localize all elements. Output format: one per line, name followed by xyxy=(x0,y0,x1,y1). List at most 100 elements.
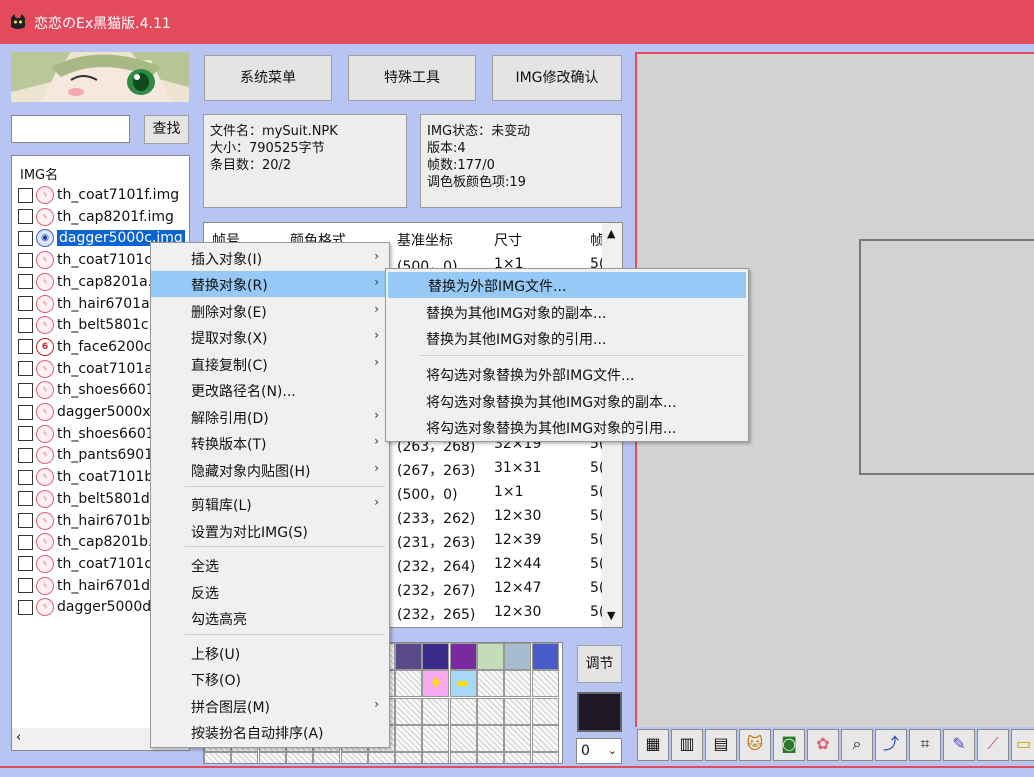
context-menu-item[interactable]: 下移(O) xyxy=(151,666,389,692)
scroll-left-icon[interactable]: ‹ xyxy=(16,730,21,745)
submenu-item[interactable]: 替换为其他IMG对象的引用... xyxy=(386,325,748,351)
img-list-item[interactable]: ᛃ th_cap8201b. xyxy=(18,533,153,554)
system-menu-button[interactable]: 系统菜单 xyxy=(204,55,332,101)
img-list-item[interactable]: ᛃ th_coat7101d xyxy=(18,554,153,576)
paw-icon[interactable]: ✿ xyxy=(807,729,839,761)
palette-cell[interactable] xyxy=(422,643,450,670)
palette-cell[interactable] xyxy=(531,643,559,670)
palette-cell[interactable] xyxy=(504,670,532,698)
checkbox[interactable] xyxy=(18,382,33,398)
scroll-down-icon[interactable]: ▼ xyxy=(607,609,615,622)
submenu-item[interactable]: 替换为其他IMG对象的副本... xyxy=(386,299,748,325)
context-menu-item[interactable]: 反选 xyxy=(151,579,389,605)
context-menu-item[interactable]: 更改路径名(N)... xyxy=(151,377,389,403)
palette-cell[interactable] xyxy=(531,697,559,725)
palette-cell[interactable] xyxy=(477,643,504,670)
palette-selector[interactable]: 0 ⌄ xyxy=(576,738,622,764)
submenu-item[interactable]: 将勾选对象替换为其他IMG对象的引用... xyxy=(386,414,748,440)
checkbox[interactable] xyxy=(18,296,33,311)
img-list-item[interactable]: 6 th_face6200c xyxy=(18,337,152,359)
frame-table-column-header[interactable]: 尺寸 xyxy=(494,230,522,250)
img-list-item[interactable]: ᛃ th_cap8201f.img xyxy=(18,207,174,229)
special-tools-button[interactable]: 特殊工具 xyxy=(348,55,476,101)
img-list-item[interactable]: ᛃ th_cap8201a. xyxy=(18,272,152,294)
checkbox[interactable] xyxy=(18,534,33,550)
checkbox[interactable] xyxy=(18,426,33,442)
img-list-item[interactable]: ᛃ dagger5000d. xyxy=(18,598,156,619)
palette-cell[interactable] xyxy=(504,752,532,763)
palette-cell[interactable] xyxy=(231,752,259,763)
img-list-item[interactable]: ᛃ th_coat7101b xyxy=(18,468,153,489)
search-input[interactable] xyxy=(11,115,130,143)
rectangle-tool-icon[interactable]: ▭ xyxy=(1011,729,1034,761)
palette-cell[interactable] xyxy=(449,643,477,670)
img-list-item[interactable]: ᛃ th_hair6701a. xyxy=(18,294,154,316)
checkbox[interactable] xyxy=(18,578,33,594)
context-menu-item[interactable]: 勾选高亮 xyxy=(151,605,389,631)
checkbox[interactable] xyxy=(18,274,33,290)
palette-cell[interactable] xyxy=(422,752,450,763)
context-menu-item[interactable]: 替换对象(R) › xyxy=(151,271,389,297)
pencil-icon[interactable]: ✎ xyxy=(943,729,975,761)
palette-cell[interactable] xyxy=(531,724,559,752)
checkbox[interactable] xyxy=(18,339,33,355)
palette-cell[interactable] xyxy=(449,697,477,725)
checkbox[interactable] xyxy=(18,252,33,268)
context-menu-item[interactable]: 解除引用(D) › xyxy=(151,404,389,430)
palette-cell[interactable] xyxy=(340,752,368,763)
context-menu-item[interactable]: 拼合图层(M) › xyxy=(151,693,389,719)
scroll-up-icon[interactable]: ▲ xyxy=(607,227,615,240)
palette-cell[interactable]: ✚ xyxy=(422,670,450,698)
submenu-item[interactable]: 将勾选对象替换为其他IMG对象的副本... xyxy=(386,388,748,414)
checkbox[interactable] xyxy=(18,209,33,225)
context-menu-item[interactable]: 隐藏对象内贴图(H) › xyxy=(151,457,389,483)
context-menu-item[interactable]: 按装扮名自动排序(A) xyxy=(151,719,389,745)
palette-cell[interactable] xyxy=(477,752,504,763)
palette-cell[interactable] xyxy=(285,752,313,763)
img-list-item[interactable]: ᛃ th_belt5801d xyxy=(18,489,150,511)
checkbox[interactable] xyxy=(18,556,33,572)
checkbox[interactable] xyxy=(18,361,33,377)
img-list-item[interactable]: ᛃ dagger5000x. xyxy=(18,403,155,424)
palette-cell[interactable] xyxy=(313,752,341,763)
context-menu-item[interactable]: 插入对象(I) › xyxy=(151,245,389,271)
img-confirm-button[interactable]: IMG修改确认 xyxy=(492,55,622,101)
palette-cell[interactable] xyxy=(449,724,477,752)
palette-cell[interactable] xyxy=(258,752,286,763)
checkbox[interactable] xyxy=(18,187,33,203)
context-menu-item[interactable]: 上移(U) xyxy=(151,640,389,666)
checkbox[interactable] xyxy=(18,230,33,246)
img-list-item[interactable]: ᛃ th_shoes6601 xyxy=(18,381,155,402)
palette-cell[interactable] xyxy=(395,752,423,763)
context-menu[interactable]: 插入对象(I) › 替换对象(R) › 删除对象(E) › 提取对象(X) › 直接复制(C) ›… xyxy=(150,242,390,748)
palette-cell[interactable] xyxy=(367,752,395,763)
checkbox[interactable] xyxy=(18,404,33,420)
palette-cell[interactable] xyxy=(504,724,532,752)
magnifier-icon[interactable]: ⌕ xyxy=(841,729,873,761)
frame-table-column-header[interactable]: 基准坐标 xyxy=(397,230,453,250)
context-menu-item[interactable]: 转换版本(T) › xyxy=(151,430,389,456)
anchor-point-icon[interactable]: ⤴ xyxy=(875,729,907,761)
img-list-item[interactable]: ᛃ th_hair6701d. xyxy=(18,576,154,598)
frame-list-icon[interactable]: ▦ xyxy=(637,729,669,761)
context-menu-item[interactable]: 直接复制(C) › xyxy=(151,351,389,377)
cat-face-icon[interactable]: 🐱 xyxy=(739,729,771,761)
checkbox[interactable] xyxy=(18,513,33,528)
context-menu-item[interactable]: 设置为对比IMG(S) xyxy=(151,518,389,544)
search-button[interactable]: 查找 xyxy=(144,115,189,144)
palette-cell[interactable] xyxy=(449,752,477,763)
palette-cell[interactable] xyxy=(395,643,423,670)
palette-cell[interactable] xyxy=(531,752,559,763)
context-menu-item[interactable]: 全选 xyxy=(151,552,389,578)
context-menu-item[interactable]: 剪辑库(L) › xyxy=(151,491,389,517)
line-tool-icon[interactable]: ⟋ xyxy=(977,729,1009,761)
adjust-button[interactable]: 调节 xyxy=(577,645,622,683)
palette-cell[interactable] xyxy=(477,697,504,725)
palette-cell[interactable]: ▬ xyxy=(449,670,477,698)
img-list-item[interactable]: ᛃ th_coat7101c xyxy=(18,251,152,272)
context-menu-item[interactable]: 提取对象(X) › xyxy=(151,324,389,350)
img-list-item[interactable]: ᛃ th_pants6901 xyxy=(18,446,153,467)
img-list-item[interactable]: ᛃ th_coat7101a xyxy=(18,359,153,381)
palette-cell[interactable] xyxy=(531,670,559,698)
replace-submenu[interactable]: 替换为外部IMG文件... 替换为其他IMG对象的副本... 替换为其他IMG对象的… xyxy=(385,268,749,442)
